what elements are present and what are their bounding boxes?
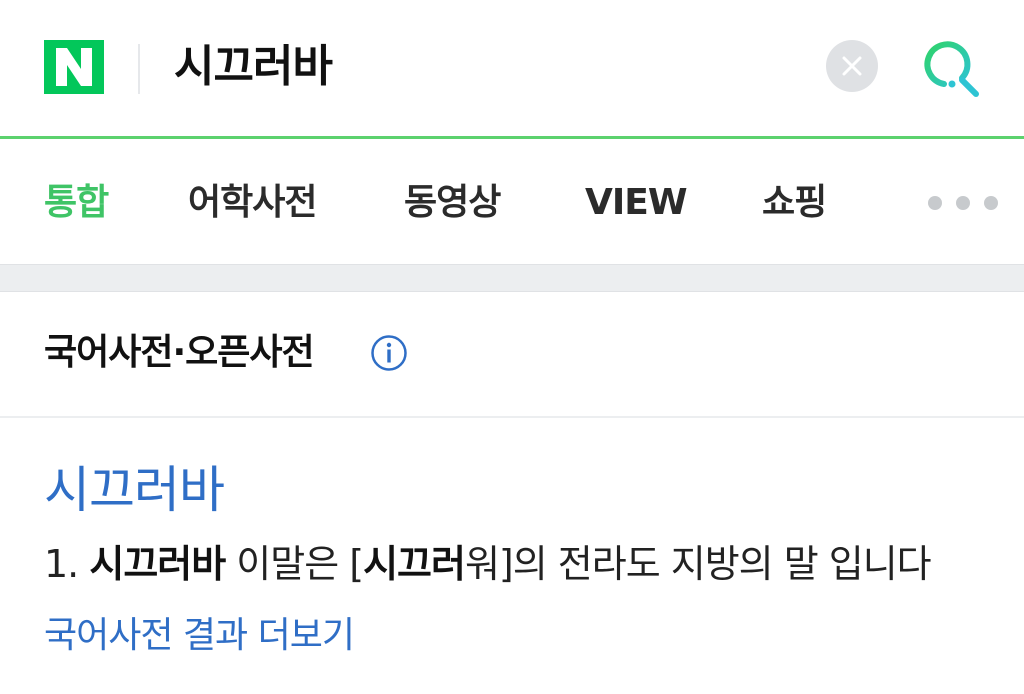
definition-text: 이말은 [ bbox=[225, 542, 364, 586]
definition-term: 시끄러바 bbox=[89, 542, 226, 586]
entry-definition: 1. 시끄러바 이말은 [시끄러워]의 전라도 지방의 말 입니다 bbox=[44, 538, 932, 590]
info-icon[interactable] bbox=[370, 334, 408, 372]
search-tabs: 통합 어학사전 동영상 VIEW 쇼핑 bbox=[0, 142, 1024, 264]
tab-dictionary[interactable]: 어학사전 bbox=[188, 178, 317, 228]
more-tabs-button[interactable] bbox=[928, 190, 998, 216]
clear-search-button[interactable] bbox=[826, 40, 878, 92]
dictionary-section-header: 국어사전·오픈사전 bbox=[0, 292, 1024, 418]
section-title: 국어사전·오픈사전 bbox=[44, 332, 315, 373]
definition-text-end: 워]의 전라도 지방의 말 입니다 bbox=[464, 542, 932, 586]
more-dot bbox=[984, 196, 998, 210]
tab-video[interactable]: 동영상 bbox=[404, 178, 501, 228]
search-query-input[interactable]: 시끄러바 bbox=[174, 40, 333, 94]
definition-reference: 시끄러 bbox=[363, 542, 466, 586]
naver-logo[interactable] bbox=[44, 40, 104, 94]
search-header: 시끄러바 bbox=[0, 0, 1024, 139]
tab-shopping[interactable]: 쇼핑 bbox=[762, 178, 827, 228]
entry-word-link[interactable]: 시끄러바 bbox=[44, 458, 225, 522]
definition-number: 1. bbox=[44, 542, 79, 586]
dictionary-more-link[interactable]: 국어사전 결과 더보기 bbox=[44, 610, 355, 662]
section-separator bbox=[0, 264, 1024, 292]
header-divider bbox=[138, 44, 140, 94]
close-icon bbox=[842, 56, 862, 76]
tab-integrated[interactable]: 통합 bbox=[44, 178, 109, 228]
tab-view[interactable]: VIEW bbox=[585, 178, 688, 228]
search-icon[interactable] bbox=[918, 38, 984, 98]
more-dot bbox=[956, 196, 970, 210]
more-dots-icon bbox=[928, 196, 942, 210]
